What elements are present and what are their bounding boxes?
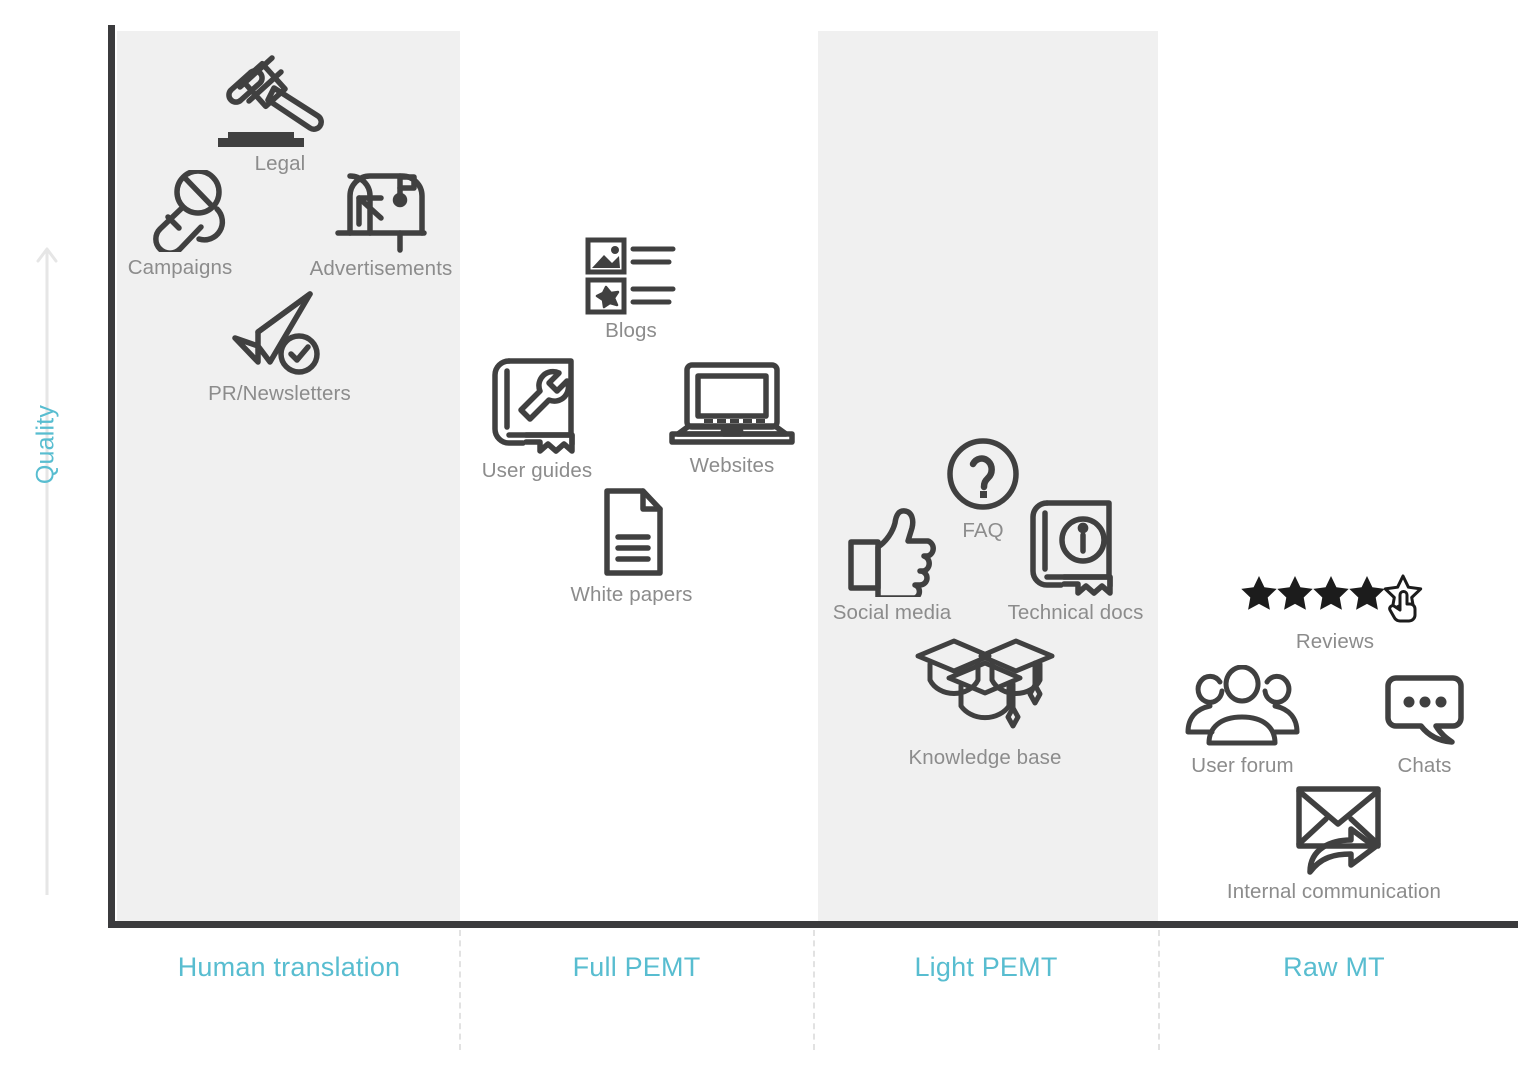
gavel-icon [215,52,345,148]
item-label: Websites [689,454,775,477]
chart-canvas: Quality Human translation Full PEMT Ligh… [0,0,1536,1078]
band-divider-2 [813,930,815,1050]
band-divider-1 [459,930,461,1050]
item-user-guides: User guides [477,355,597,483]
item-label: Blogs [605,319,657,342]
item-legal: Legal [215,52,345,176]
book-info-icon [1003,497,1148,597]
microphone-icon [121,170,239,252]
item-pr-newsletters: PR/Newsletters [202,288,357,406]
star-rating-icon [1240,574,1430,626]
item-label: Technical docs [1007,601,1144,624]
paper-plane-check-icon [202,288,357,378]
y-axis-label: Quality [31,404,60,485]
article-list-icon [566,237,696,315]
thumbs-up-icon [831,505,953,597]
item-technical-docs: Technical docs [1003,497,1148,625]
band-caption-raw-mt: Raw MT [1283,952,1385,982]
item-label: Reviews [1295,630,1375,653]
band-divider-3 [1158,930,1160,1050]
speech-bubble-icon [1378,672,1471,750]
item-white-papers: White papers [564,487,699,607]
laptop-icon [662,360,802,450]
item-internal-communication: Internal communication [1222,784,1446,904]
item-advertisements: Advertisements [305,168,457,281]
graduation-caps-icon [896,638,1074,742]
band-caption-human-translation: Human translation [177,952,401,982]
document-page-icon [564,487,699,579]
x-axis-line [108,921,1518,928]
item-label: User forum [1191,754,1294,777]
item-label: Advertisements [309,257,453,280]
item-reviews: Reviews [1240,574,1430,654]
item-label: User guides [481,459,593,482]
book-wrench-icon [477,355,597,455]
people-group-icon [1180,665,1305,750]
item-campaigns: Campaigns [121,170,239,280]
item-label: Chats [1397,754,1452,777]
band-caption-light-pemt: Light PEMT [914,952,1058,982]
item-chats: Chats [1378,672,1471,778]
item-label: Campaigns [127,256,233,279]
up-arrow-icon [36,245,58,895]
band-caption-full-pemt: Full PEMT [572,952,701,982]
item-knowledge-base: Knowledge base [896,638,1074,770]
item-label: Social media [832,601,952,624]
item-blogs: Blogs [566,237,696,343]
item-websites: Websites [662,360,802,478]
mailbox-icon [305,168,457,253]
item-user-forum: User forum [1180,665,1305,778]
envelope-forward-icon [1222,784,1446,876]
item-social-media: Social media [831,505,953,625]
y-axis-line [108,25,115,928]
item-label: Knowledge base [908,746,1062,769]
item-label: PR/Newsletters [208,382,351,405]
item-label: Internal communication [1226,880,1442,903]
item-label: White papers [570,583,693,606]
